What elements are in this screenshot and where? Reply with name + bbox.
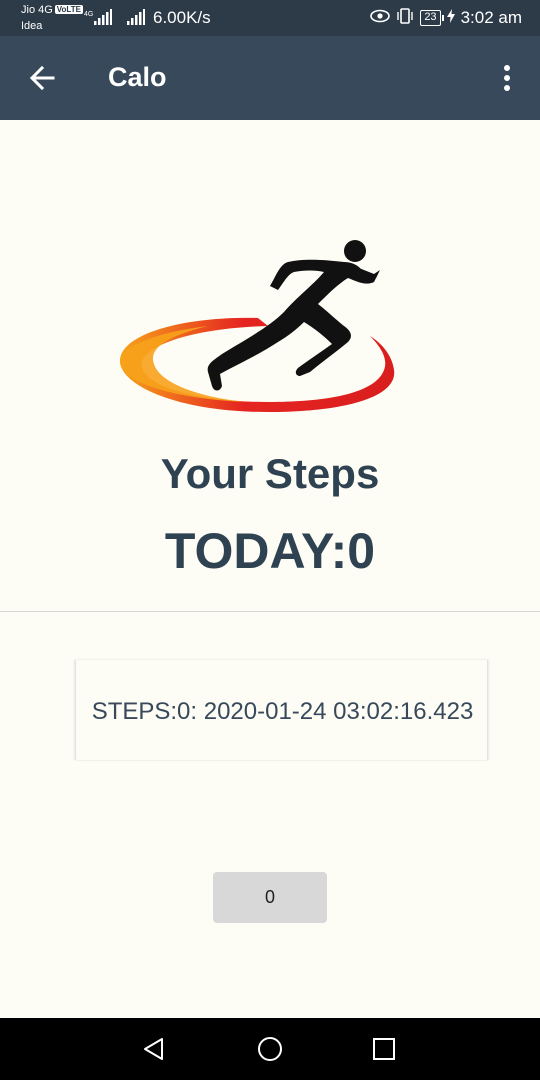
more-vert-icon xyxy=(504,65,510,71)
system-nav-bar xyxy=(0,1018,540,1080)
main-content: Your Steps TODAY:0 STEPS:0: 2020-01-24 0… xyxy=(0,120,540,1018)
clock: 3:02 am xyxy=(460,8,522,27)
nav-back-button[interactable] xyxy=(137,1032,171,1066)
step-count-button[interactable]: 0 xyxy=(213,872,327,923)
square-recents-icon xyxy=(373,1038,395,1060)
status-bar: Jio 4G VoLTE Idea 4G 6.00K/s 23 3:02 am xyxy=(0,0,540,36)
carrier-label: Jio 4G VoLTE xyxy=(21,4,83,16)
svg-text:4G: 4G xyxy=(84,11,93,18)
overflow-menu-button[interactable] xyxy=(492,58,522,98)
divider xyxy=(0,611,540,612)
status-icons: 23 3:02 am xyxy=(370,7,522,30)
steps-title: Your Steps xyxy=(160,450,380,497)
signal-icon: 4G xyxy=(84,8,112,26)
battery-icon: 23 xyxy=(420,10,444,26)
app-title: Calo xyxy=(108,62,167,92)
back-button[interactable] xyxy=(22,58,62,98)
net-speed: 6.00K/s xyxy=(153,8,211,27)
triangle-back-icon xyxy=(144,1038,163,1060)
app-bar: Calo xyxy=(0,36,540,120)
runner-logo xyxy=(119,240,395,412)
nav-recents-button[interactable] xyxy=(367,1032,401,1066)
today-steps-count: TODAY:0 xyxy=(164,523,376,579)
charging-icon xyxy=(446,8,455,28)
step-record-list[interactable]: STEPS:0: 2020-01-24 03:02:16.423 xyxy=(75,660,488,760)
circle-home-icon xyxy=(258,1037,282,1061)
volte-badge: VoLTE xyxy=(54,5,83,14)
carrier-label-2: Idea xyxy=(21,20,43,32)
arrow-left-icon xyxy=(29,65,55,91)
nav-home-button[interactable] xyxy=(253,1032,287,1066)
list-item: STEPS:0: 2020-01-24 03:02:16.423 xyxy=(91,698,474,725)
signal-icon-2 xyxy=(126,8,146,26)
eye-icon xyxy=(370,8,391,28)
vibrate-icon xyxy=(396,7,414,30)
